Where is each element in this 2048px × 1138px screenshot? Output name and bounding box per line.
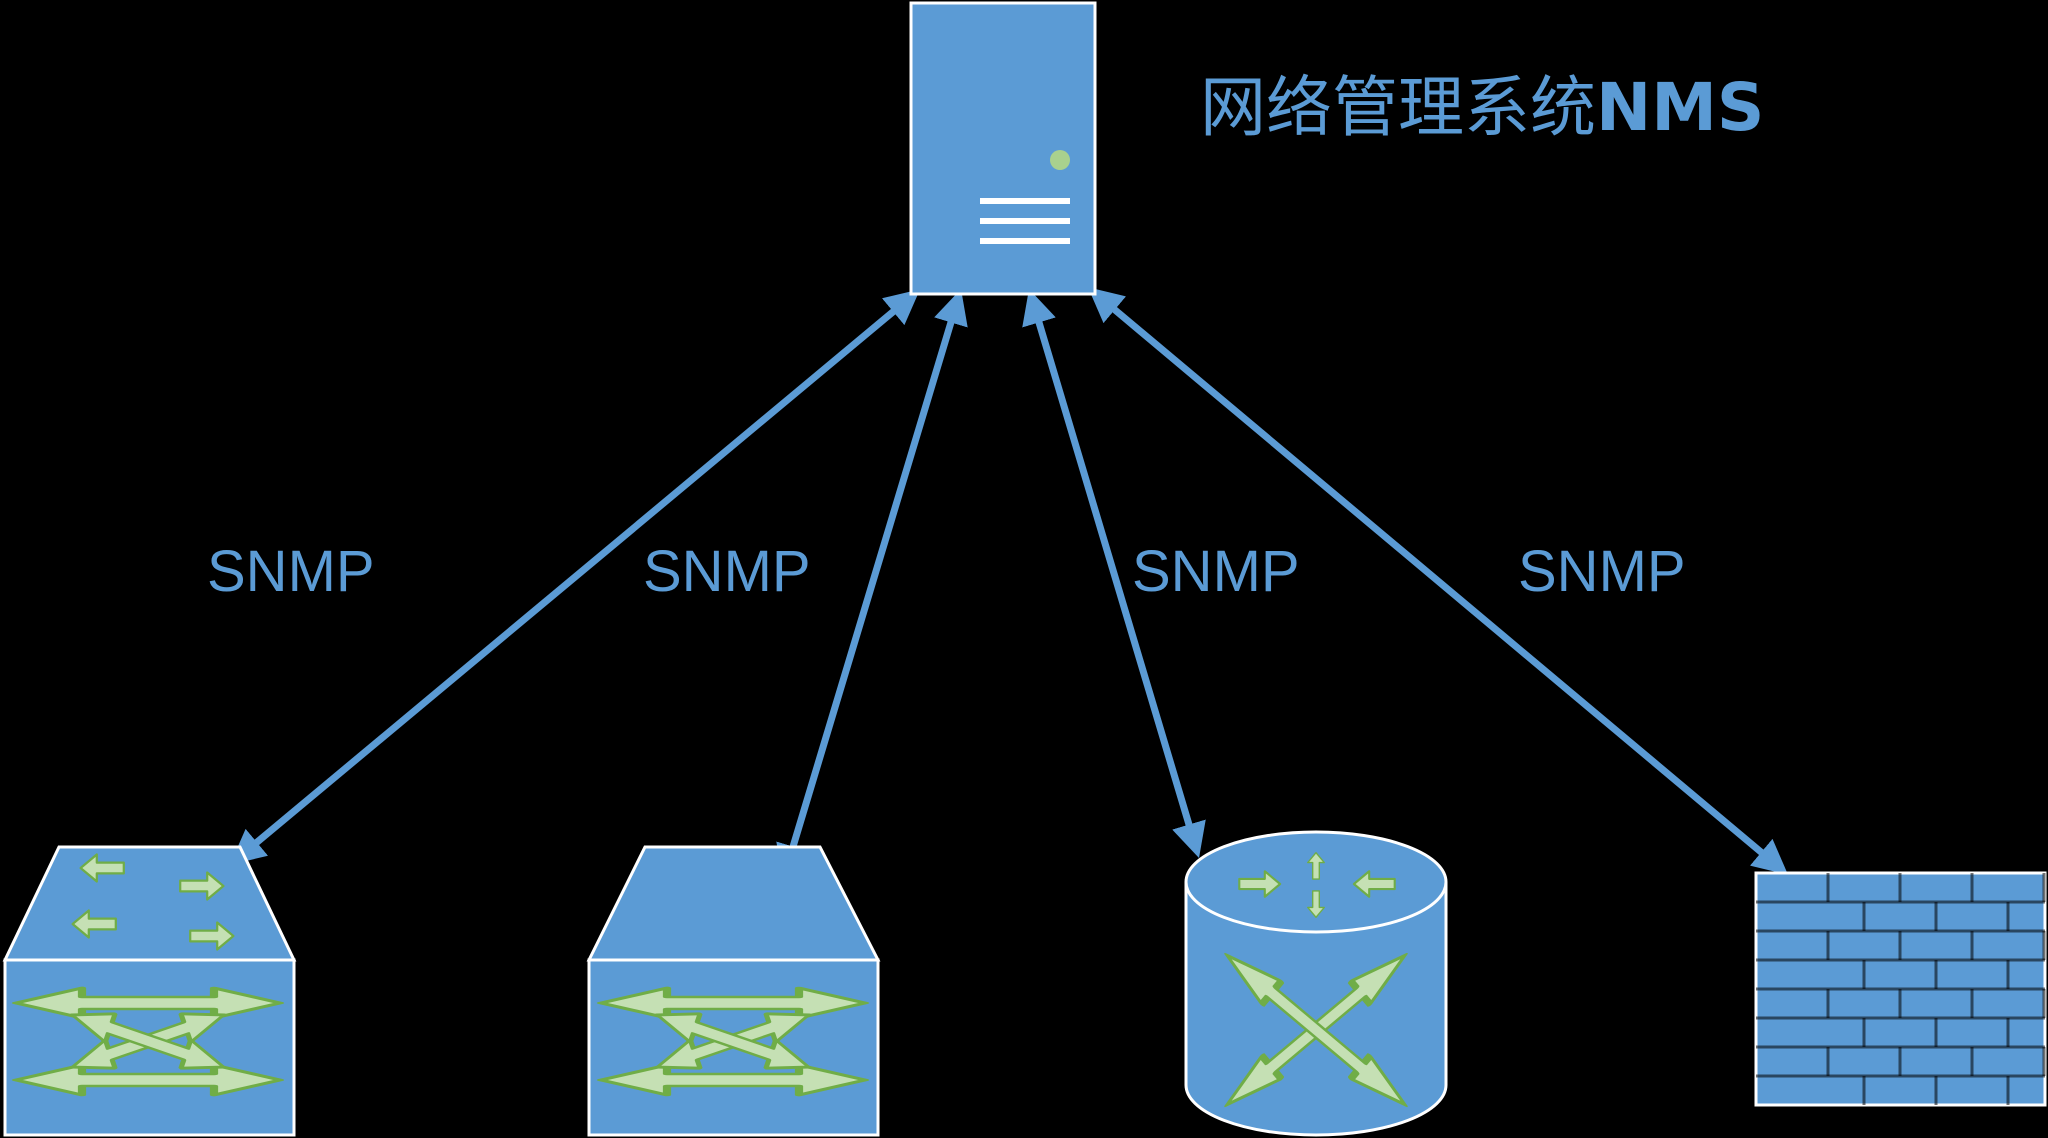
firewall-icon[interactable] <box>1754 871 2047 1107</box>
switch-icon[interactable] <box>586 845 881 1137</box>
link-label: SNMP <box>1518 539 1686 604</box>
multilayer-switch-icon[interactable] <box>2 845 297 1137</box>
nms-title: 网络管理系统NMS <box>1200 69 1764 146</box>
link-line-switch-middle <box>776 288 968 881</box>
link-label: SNMP <box>1132 539 1300 604</box>
link-labels: SNMP SNMP SNMP SNMP <box>207 539 1686 604</box>
network-diagram: SNMP SNMP SNMP SNMP 网络管理系统NMS <box>2 1 2047 1137</box>
server-icon[interactable] <box>909 1 1097 296</box>
nms-title-suffix: NMS <box>1596 69 1764 146</box>
nms-title-main: 网络管理系统 <box>1200 69 1596 146</box>
router-icon[interactable] <box>1184 830 1448 1137</box>
link-label: SNMP <box>643 539 811 604</box>
server-status-light <box>1050 150 1070 170</box>
link-label: SNMP <box>207 539 375 604</box>
